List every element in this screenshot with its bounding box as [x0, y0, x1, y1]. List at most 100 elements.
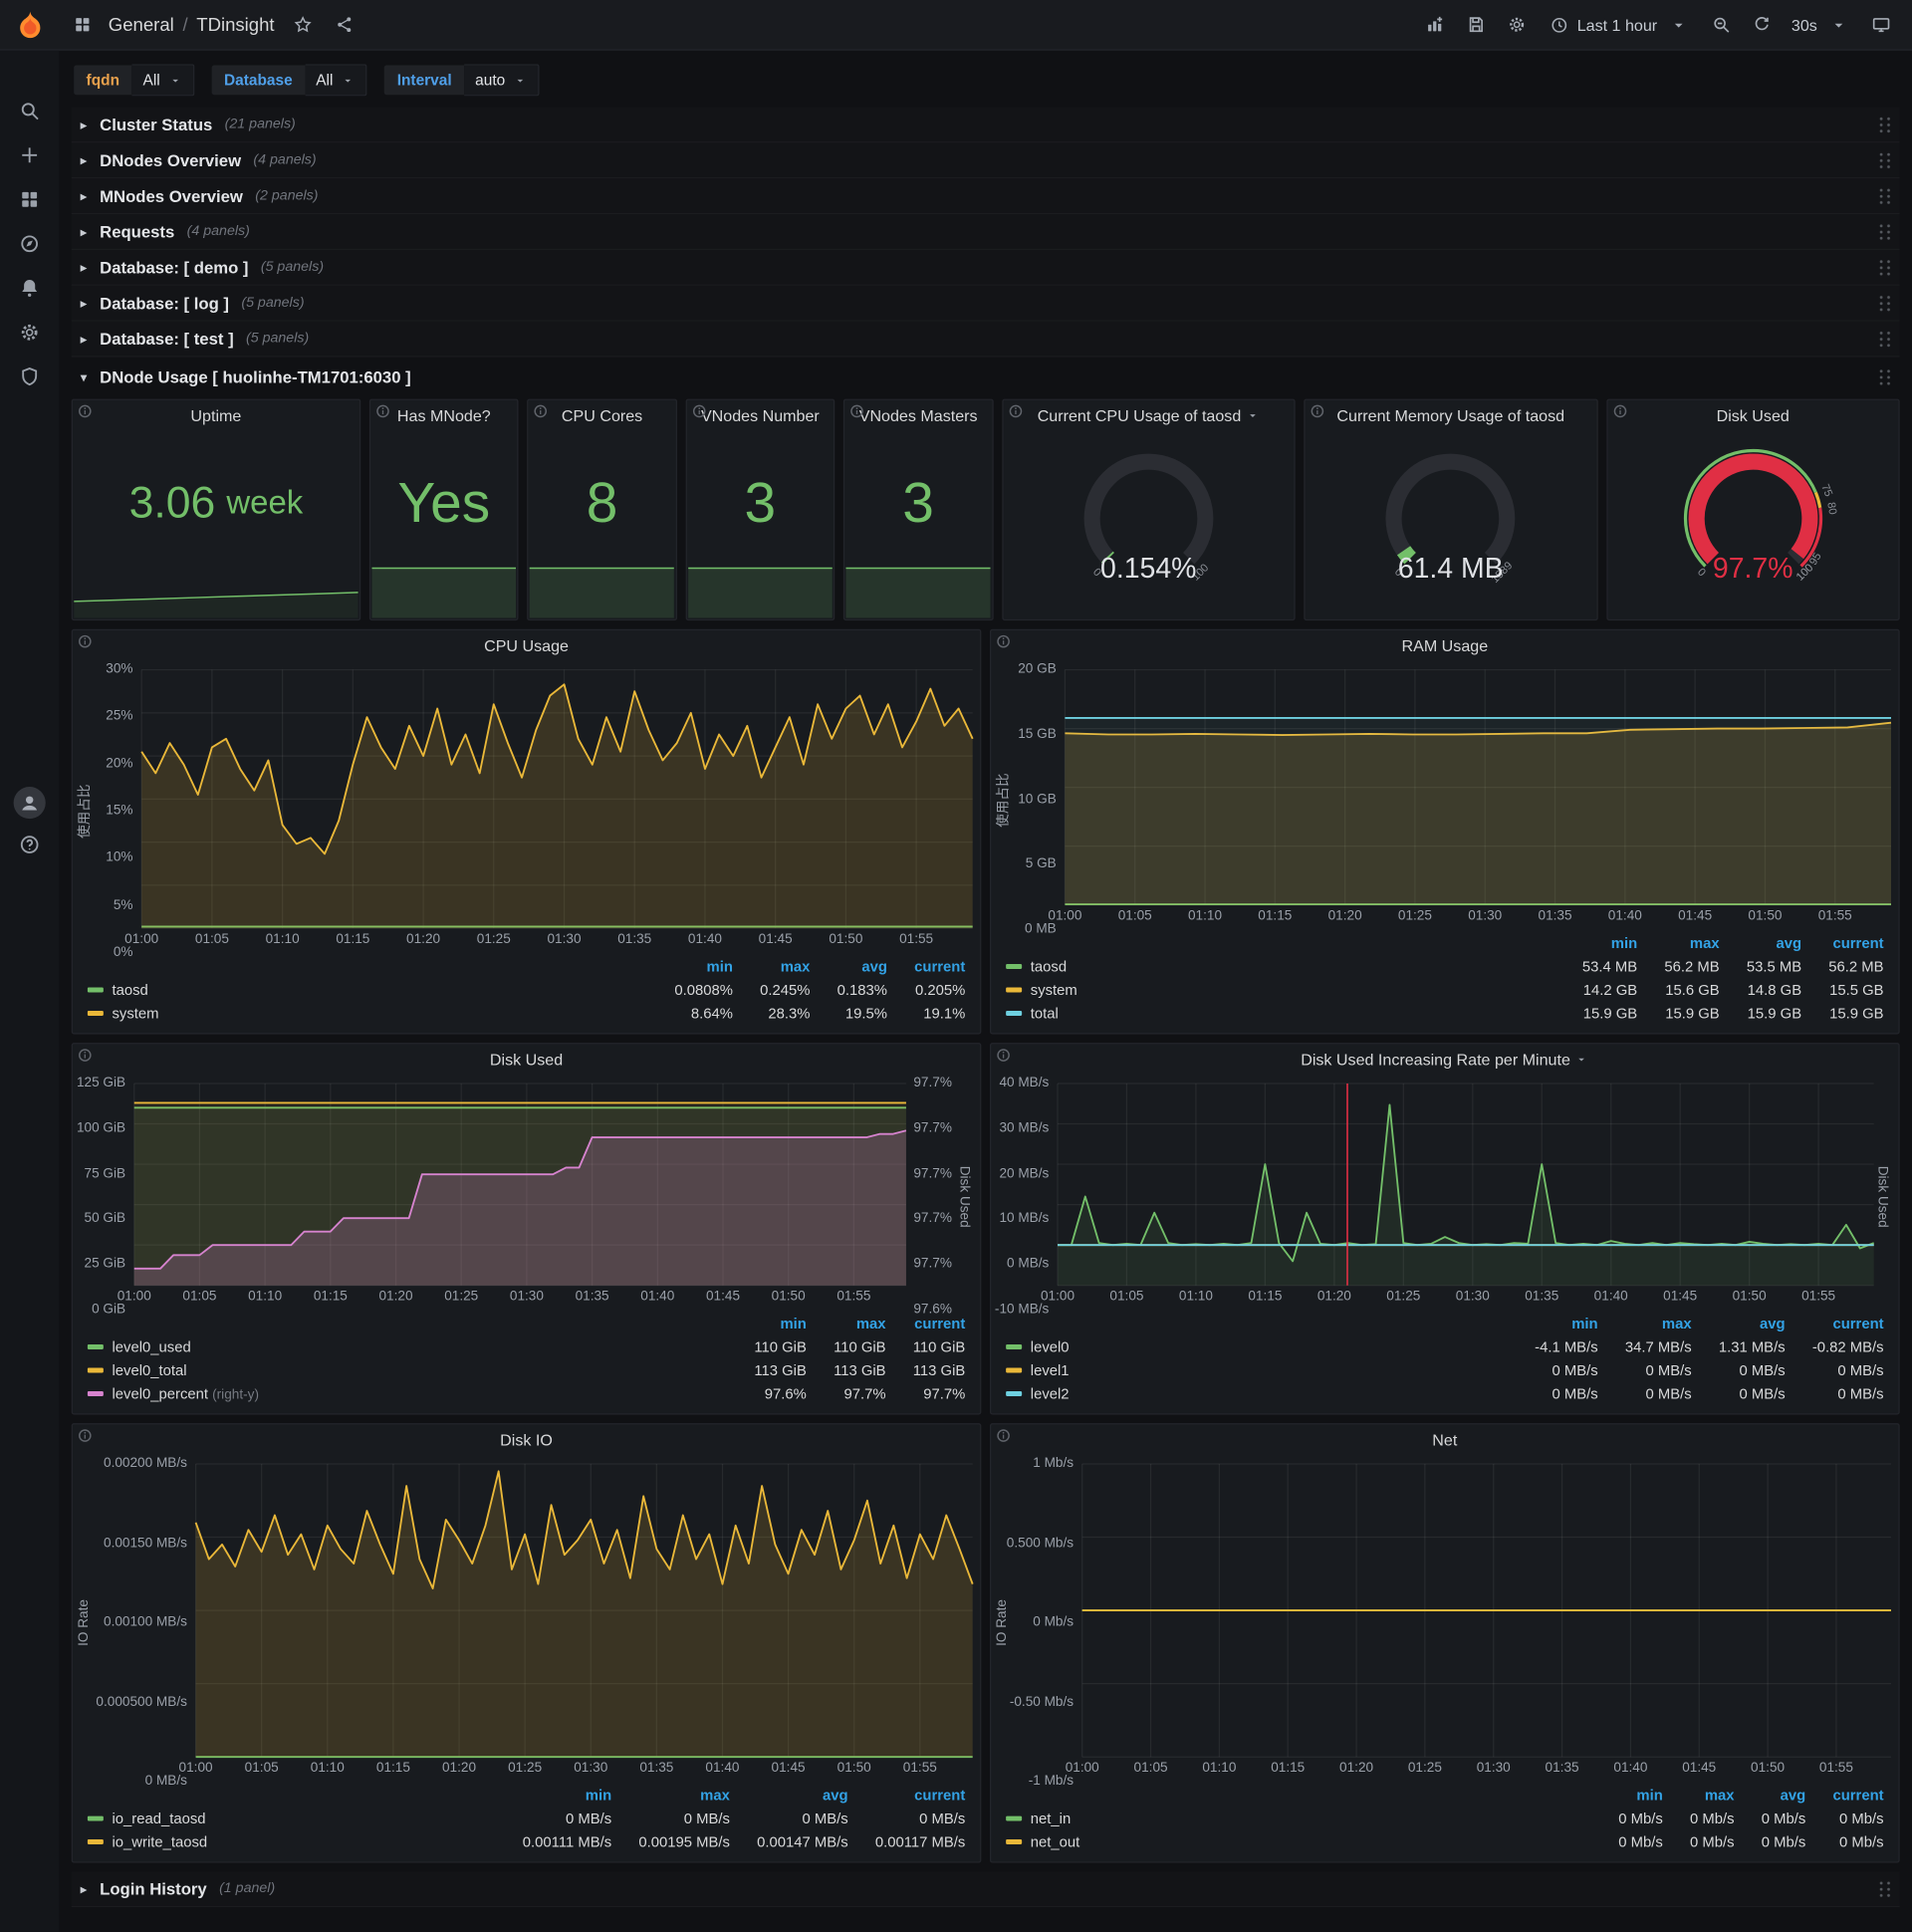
panel-title[interactable]: VNodes Number — [687, 400, 835, 432]
sidebar-item-explore[interactable] — [7, 230, 52, 257]
sidebar-item-server-admin[interactable] — [7, 363, 52, 390]
dashboard-row[interactable]: ▸ Database: [ demo ] (5 panels) — [72, 250, 1900, 286]
panel-info-icon[interactable] — [78, 634, 93, 649]
panel-info-icon[interactable] — [691, 404, 706, 419]
panel-info-icon[interactable] — [534, 404, 549, 419]
drag-handle-icon[interactable] — [1877, 186, 1894, 205]
legend-series-name[interactable]: system — [87, 1002, 647, 1025]
zoom-out-button[interactable] — [1703, 6, 1740, 43]
dashboard-row[interactable]: ▸ Cluster Status (21 panels) — [72, 108, 1900, 143]
legend-column-header[interactable]: avg — [1735, 1784, 1806, 1807]
legend-series-name[interactable]: system — [1006, 979, 1555, 1002]
panel-info-icon[interactable] — [1612, 404, 1627, 419]
legend-column-header[interactable]: max — [611, 1784, 730, 1807]
dashboard-row[interactable]: ▾ DNode Usage [ huolinhe-TM1701:6030 ] — [72, 360, 1900, 394]
breadcrumb-folder[interactable]: General — [109, 14, 174, 35]
panel-title[interactable]: Current CPU Usage of taosd — [1003, 400, 1294, 432]
sidebar-item-configuration[interactable] — [7, 319, 52, 346]
legend-column-header[interactable]: min — [1591, 1784, 1662, 1807]
favorite-star-button[interactable] — [284, 6, 321, 43]
panel-info-icon[interactable] — [78, 404, 93, 419]
variable-value-dropdown[interactable]: All — [131, 64, 195, 97]
dashboard-row[interactable]: ▸ Database: [ log ] (5 panels) — [72, 286, 1900, 322]
panel-title[interactable]: VNodes Masters — [844, 400, 992, 432]
dashboard-row[interactable]: ▸ DNodes Overview (4 panels) — [72, 142, 1900, 178]
legend-series-name[interactable]: taosd — [1006, 955, 1555, 978]
legend-series-name[interactable]: level0 — [1006, 1335, 1508, 1358]
sidebar-item-create[interactable] — [7, 141, 52, 168]
legend-column-header[interactable]: max — [733, 955, 811, 978]
drag-handle-icon[interactable] — [1877, 115, 1894, 134]
legend-column-header[interactable]: min — [1555, 932, 1637, 955]
drag-handle-icon[interactable] — [1877, 258, 1894, 277]
refresh-interval-dropdown[interactable]: 30s — [1781, 6, 1859, 43]
drag-handle-icon[interactable] — [1877, 367, 1894, 386]
legend-column-header[interactable]: current — [1805, 1784, 1883, 1807]
legend-series-name[interactable]: io_write_taosd — [87, 1830, 496, 1853]
legend-column-header[interactable]: max — [1637, 932, 1720, 955]
legend-column-header[interactable]: max — [1598, 1313, 1692, 1335]
panel-title[interactable]: CPU Usage — [73, 630, 980, 662]
legend-column-header[interactable]: current — [1786, 1313, 1883, 1335]
chart-plot-area[interactable] — [196, 1464, 973, 1757]
variable-label[interactable]: Interval — [384, 65, 465, 96]
sidebar-item-alerting[interactable] — [7, 275, 52, 302]
panel-title[interactable]: Disk Used — [73, 1044, 980, 1076]
legend-series-name[interactable]: level0_used — [87, 1335, 727, 1358]
panel-title[interactable]: RAM Usage — [991, 630, 1898, 662]
panel-title[interactable]: Net — [991, 1424, 1898, 1456]
panel-info-icon[interactable] — [996, 1428, 1011, 1443]
dashboard-row[interactable]: ▸ Database: [ test ] (5 panels) — [72, 322, 1900, 358]
variable-label[interactable]: Database — [211, 65, 306, 96]
breadcrumb-dashboard-title[interactable]: TDinsight — [196, 14, 274, 35]
sidebar-item-help[interactable] — [7, 832, 52, 858]
drag-handle-icon[interactable] — [1877, 1879, 1894, 1898]
legend-column-header[interactable]: avg — [730, 1784, 848, 1807]
legend-column-header[interactable]: current — [887, 955, 965, 978]
legend-series-name[interactable]: net_out — [1006, 1830, 1591, 1853]
legend-series-name[interactable]: level1 — [1006, 1359, 1508, 1382]
legend-column-header[interactable]: min — [1508, 1313, 1597, 1335]
chart-plot-area[interactable] — [1082, 1464, 1891, 1757]
panel-title[interactable]: Disk Used — [1607, 400, 1898, 432]
panel-info-icon[interactable] — [996, 1048, 1011, 1063]
variable-value-dropdown[interactable]: auto — [464, 64, 540, 97]
legend-series-name[interactable]: total — [1006, 1002, 1555, 1025]
cycle-view-button[interactable] — [1863, 6, 1900, 43]
add-panel-button[interactable] — [1417, 6, 1454, 43]
dashboard-grid-icon[interactable] — [64, 6, 101, 43]
chart-plot-area[interactable] — [1058, 1084, 1874, 1286]
sidebar-item-dashboards[interactable] — [7, 186, 52, 213]
chart-plot-area[interactable] — [134, 1084, 906, 1286]
panel-title[interactable]: Current Memory Usage of taosd — [1306, 400, 1596, 432]
variable-label[interactable]: fqdn — [74, 65, 132, 96]
legend-column-header[interactable]: avg — [810, 955, 887, 978]
panel-info-icon[interactable] — [78, 1428, 93, 1443]
dashboard-row[interactable]: ▸ Requests (4 panels) — [72, 214, 1900, 250]
legend-series-name[interactable]: taosd — [87, 979, 647, 1002]
panel-title[interactable]: Disk Used Increasing Rate per Minute — [991, 1044, 1898, 1076]
panel-info-icon[interactable] — [849, 404, 864, 419]
grafana-logo-icon[interactable] — [0, 9, 59, 40]
legend-column-header[interactable]: min — [727, 1313, 806, 1335]
legend-column-header[interactable]: current — [1801, 932, 1883, 955]
panel-title[interactable]: Disk IO — [73, 1424, 980, 1456]
sidebar-item-user-profile[interactable] — [7, 787, 52, 820]
panel-info-icon[interactable] — [1311, 404, 1325, 419]
legend-series-name[interactable]: net_in — [1006, 1808, 1591, 1830]
refresh-button[interactable] — [1744, 6, 1781, 43]
variable-value-dropdown[interactable]: All — [305, 64, 368, 97]
legend-column-header[interactable]: avg — [1720, 932, 1802, 955]
panel-info-icon[interactable] — [996, 634, 1011, 649]
dashboard-row[interactable]: ▸ MNodes Overview (2 panels) — [72, 178, 1900, 214]
sidebar-item-search[interactable] — [7, 98, 52, 124]
dashboard-settings-button[interactable] — [1499, 6, 1536, 43]
panel-title[interactable]: CPU Cores — [529, 400, 676, 432]
panel-title[interactable]: Has MNode? — [370, 400, 518, 432]
legend-series-name[interactable]: io_read_taosd — [87, 1808, 496, 1830]
panel-info-icon[interactable] — [78, 1048, 93, 1063]
drag-handle-icon[interactable] — [1877, 150, 1894, 169]
legend-column-header[interactable]: current — [848, 1784, 965, 1807]
panel-info-icon[interactable] — [1008, 404, 1023, 419]
chart-plot-area[interactable] — [1065, 670, 1891, 905]
